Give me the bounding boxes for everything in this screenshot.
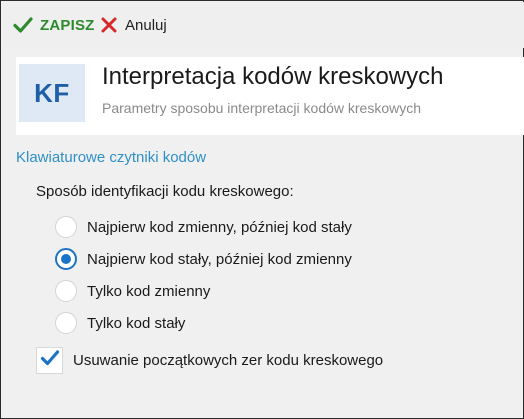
radio-label: Tylko kod zmienny [87,282,211,300]
radio-button-selected[interactable] [55,248,77,270]
page-header: KF Interpretacja kodów kreskowych Parame… [16,57,524,135]
checkbox-label: Usuwanie początkowych zer kodu kreskoweg… [73,351,384,369]
radio-button[interactable] [55,216,77,238]
toolbar: ZAPISZ Anuluj [2,2,524,48]
radio-option-fixed-then-variable[interactable]: Najpierw kod stały, później kod zmienny [55,247,352,271]
remove-leading-zeros-checkbox[interactable] [36,346,63,374]
app-window: ZAPISZ Anuluj KF Interpretacja kodów kre… [0,0,524,419]
save-button[interactable]: ZAPISZ [13,12,95,38]
checkmark-icon [13,16,33,34]
radio-button[interactable] [55,312,77,334]
radio-option-variable-then-fixed[interactable]: Najpierw kod zmienny, później kod stały [55,215,352,239]
radio-button[interactable] [55,280,77,302]
cancel-button[interactable]: Anuluj [101,12,167,38]
radio-option-fixed-only[interactable]: Tylko kod stały [55,311,185,335]
cancel-label: Anuluj [125,16,167,34]
save-label: ZAPISZ [40,16,95,34]
radio-label: Najpierw kod stały, później kod zmienny [87,250,352,268]
page-subtitle: Parametry sposobu interpretacji kodów kr… [102,100,422,116]
section-title: Klawiaturowe czytniki kodów [16,149,207,166]
radio-label: Najpierw kod zmienny, później kod stały [87,218,352,236]
module-badge: KF [19,64,85,122]
remove-leading-zeros-option[interactable]: Usuwanie początkowych zer kodu kreskoweg… [36,346,383,374]
radio-label: Tylko kod stały [87,314,186,332]
option-group-label: Sposób identyfikacji kodu kreskowego: [36,183,294,200]
radio-option-variable-only[interactable]: Tylko kod zmienny [55,279,210,303]
page-title: Interpretacja kodów kreskowych [102,63,444,90]
x-icon [101,17,117,33]
checkmark-icon [40,349,60,372]
